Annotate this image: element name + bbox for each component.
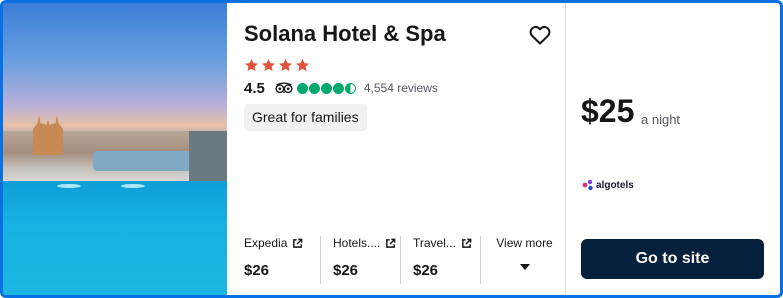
provider-name: Travel... xyxy=(413,236,456,250)
provider-list: Expedia $26 Hotels.... $26 Travel... $26… xyxy=(244,236,556,284)
heart-icon[interactable] xyxy=(528,23,552,47)
provider-hotels[interactable]: Hotels.... $26 xyxy=(320,236,400,284)
photo-building xyxy=(189,131,227,181)
photo-church xyxy=(33,115,63,155)
provider-name: Expedia xyxy=(244,236,288,250)
partner-logo: algotels xyxy=(582,179,634,191)
photo-pool xyxy=(3,181,227,295)
provider-name: Hotels.... xyxy=(333,236,381,250)
chevron-down-icon xyxy=(519,264,530,270)
price-period: a night xyxy=(641,112,681,127)
review-count[interactable]: 4,554 reviews xyxy=(364,81,438,95)
star-icon xyxy=(279,58,292,72)
view-more-button[interactable]: View more xyxy=(480,236,556,284)
go-to-site-button[interactable]: Go to site xyxy=(581,239,764,279)
rating-value: 4.5 xyxy=(244,79,265,97)
review-summary: 4.5 4,554 reviews xyxy=(244,79,438,97)
algotels-logo-icon xyxy=(582,179,593,191)
photo-bay xyxy=(93,151,193,171)
hotel-info: Solana Hotel & Spa 4.5 4,554 reviews Gre… xyxy=(227,3,565,295)
star-icon xyxy=(262,58,275,72)
hotel-card[interactable]: Solana Hotel & Spa 4.5 4,554 reviews Gre… xyxy=(0,0,783,298)
photo-light xyxy=(121,184,145,188)
provider-expedia[interactable]: Expedia $26 xyxy=(244,236,320,284)
rating-bubble xyxy=(320,82,332,94)
best-price: $25 xyxy=(581,93,635,129)
partner-name: algotels xyxy=(596,179,634,191)
hotel-name[interactable]: Solana Hotel & Spa xyxy=(244,21,446,47)
family-tag: Great for families xyxy=(244,104,367,131)
view-more-label: View more xyxy=(496,236,553,250)
rating-bubble xyxy=(296,82,308,94)
rating-bubble xyxy=(344,82,356,94)
external-link-icon xyxy=(386,238,396,248)
tripadvisor-owl-icon xyxy=(275,82,293,94)
hotel-photo[interactable] xyxy=(3,3,227,295)
provider-travel[interactable]: Travel... $26 xyxy=(400,236,480,284)
provider-price: $26 xyxy=(333,262,359,279)
external-link-icon xyxy=(293,238,303,248)
star-icon xyxy=(296,58,309,72)
provider-price: $26 xyxy=(244,262,270,279)
rating-bubble xyxy=(332,82,344,94)
star-icon xyxy=(245,58,258,72)
provider-price: $26 xyxy=(413,262,439,279)
rating-bubble xyxy=(308,82,320,94)
external-link-icon xyxy=(462,238,472,248)
best-price-panel: $25 a night algotels Go to site xyxy=(566,3,780,295)
star-rating xyxy=(244,58,310,73)
bubble-rating xyxy=(296,82,356,94)
photo-light xyxy=(57,184,81,188)
